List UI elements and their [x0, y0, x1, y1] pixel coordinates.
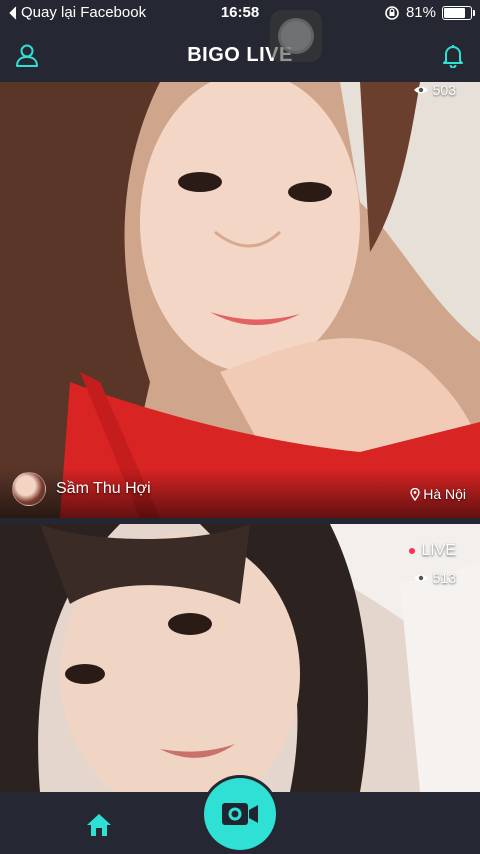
live-stream-card[interactable]: LIVE 513: [0, 524, 480, 792]
viewer-count: 503: [413, 82, 456, 98]
bell-icon: [443, 45, 463, 68]
host-name: Sầm Thu Hợi: [56, 480, 151, 497]
eye-icon: [413, 86, 428, 94]
status-bar: Quay lại Facebook 16:58 81%: [0, 0, 480, 28]
rotation-lock-icon: [385, 5, 399, 20]
live-label: LIVE: [421, 542, 456, 559]
live-badge: LIVE: [409, 542, 456, 560]
viewer-count: 513: [413, 570, 456, 586]
stream-thumbnail: [0, 524, 480, 792]
battery-percent: 81%: [405, 4, 436, 21]
app-screen: Quay lại Facebook 16:58 81% BIGO LIVE 50…: [0, 0, 480, 854]
nav-bar: BIGO LIVE: [0, 28, 480, 82]
status-indicators: 81%: [384, 4, 475, 21]
avatar[interactable]: [12, 472, 46, 506]
location: Hà Nội: [410, 486, 466, 502]
tab-bar: [0, 778, 480, 854]
home-icon: [87, 814, 111, 836]
notifications-button[interactable]: [438, 40, 468, 70]
battery-level: [444, 7, 466, 18]
host-info[interactable]: Sầm Thu Hợi: [12, 472, 151, 506]
stream-thumbnail: [0, 82, 480, 518]
live-stream-card[interactable]: 503 Sầm Thu Hợi Hà Nội: [0, 82, 480, 518]
battery-icon: [442, 5, 475, 20]
assistive-touch-button[interactable]: [270, 10, 322, 62]
video-camera-icon: [222, 803, 258, 825]
eye-icon: [413, 574, 428, 582]
tab-home[interactable]: [84, 810, 114, 840]
location-label: Hà Nội: [423, 486, 466, 502]
viewer-count-value: 503: [432, 82, 456, 98]
location-pin-icon: [410, 487, 420, 501]
assistive-touch-icon: [278, 18, 314, 54]
go-live-button[interactable]: [204, 778, 276, 850]
app-title: BIGO LIVE: [187, 44, 293, 66]
viewer-count-value: 513: [432, 570, 456, 586]
live-indicator-dot: [409, 548, 416, 554]
